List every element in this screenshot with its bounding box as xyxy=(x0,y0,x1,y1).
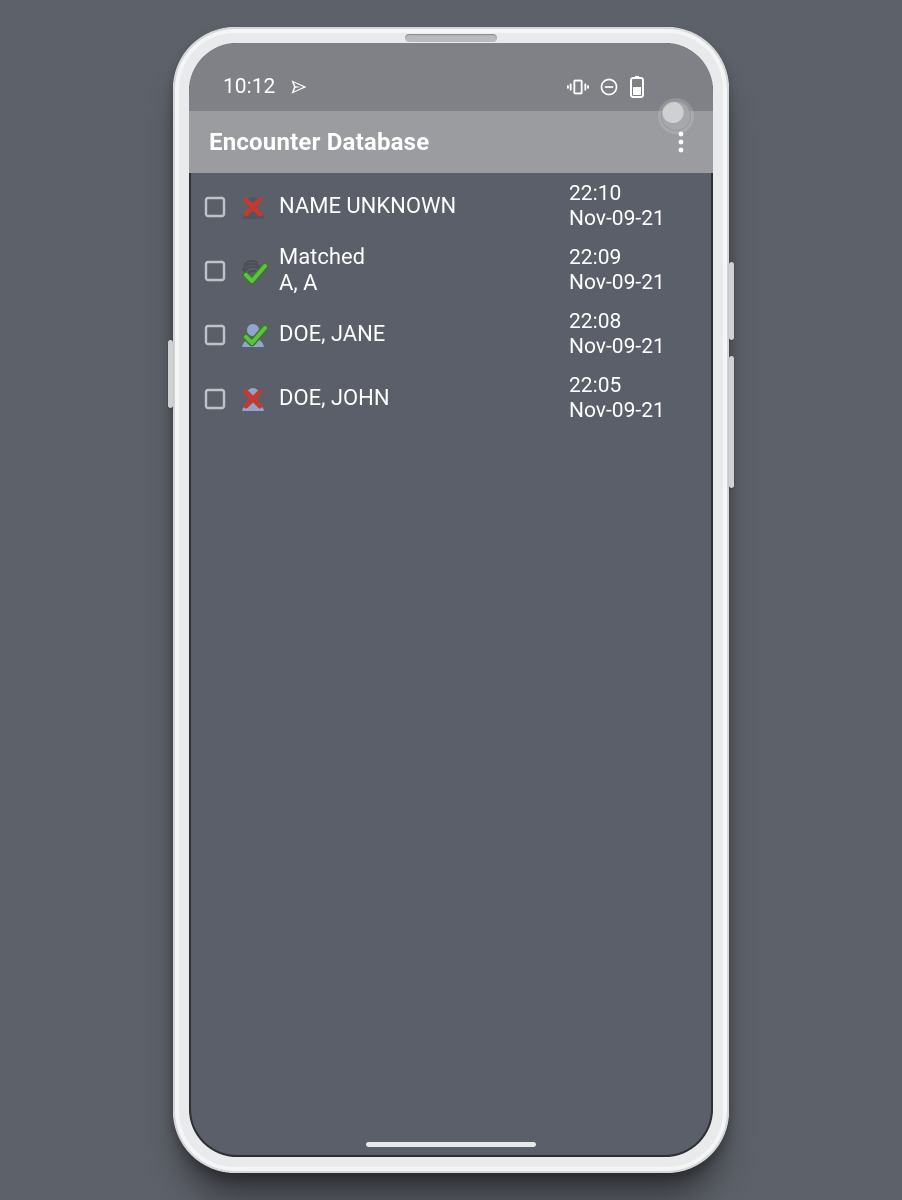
row-name: NAME UNKNOWN xyxy=(277,194,561,220)
status-unknown-icon xyxy=(237,191,269,223)
list-item[interactable]: DOE, JOHN 22:05 Nov-09-21 xyxy=(189,367,713,431)
row-name: Matched A, A xyxy=(277,245,561,297)
screen: 10:12 Encounter Database xyxy=(189,43,713,1157)
row-name: DOE, JOHN xyxy=(277,386,561,412)
status-person-unknown-icon xyxy=(237,383,269,415)
status-person-match-icon xyxy=(237,319,269,351)
dnd-icon xyxy=(599,77,619,97)
row-timestamp: 22:09 Nov-09-21 xyxy=(569,246,697,296)
row-checkbox[interactable] xyxy=(201,193,229,221)
status-time: 10:12 xyxy=(223,75,275,99)
row-name: DOE, JANE xyxy=(277,322,561,348)
row-checkbox[interactable] xyxy=(201,257,229,285)
row-timestamp: 22:08 Nov-09-21 xyxy=(569,310,697,360)
send-icon xyxy=(289,77,309,97)
row-checkbox[interactable] xyxy=(201,321,229,349)
status-bar: 10:12 xyxy=(189,43,713,111)
phone-frame: 10:12 Encounter Database xyxy=(173,27,729,1173)
app-title: Encounter Database xyxy=(209,128,429,156)
row-checkbox[interactable] xyxy=(201,385,229,413)
more-vert-icon xyxy=(678,131,684,153)
bixby-button xyxy=(168,340,173,408)
volume-rocker xyxy=(729,356,734,488)
vibrate-icon xyxy=(567,76,589,98)
gesture-bar xyxy=(366,1142,536,1147)
power-button xyxy=(729,262,734,340)
encounter-list: NAME UNKNOWN 22:10 Nov-09-21 xyxy=(189,173,713,431)
status-fingerprint-match-icon xyxy=(237,255,269,287)
row-timestamp: 22:05 Nov-09-21 xyxy=(569,374,697,424)
battery-icon xyxy=(629,76,645,98)
list-item[interactable]: DOE, JANE 22:08 Nov-09-21 xyxy=(189,303,713,367)
row-timestamp: 22:10 Nov-09-21 xyxy=(569,182,697,232)
list-item[interactable]: Matched A, A 22:09 Nov-09-21 xyxy=(189,239,713,303)
app-bar: Encounter Database xyxy=(189,111,713,173)
list-item[interactable]: NAME UNKNOWN 22:10 Nov-09-21 xyxy=(189,175,713,239)
front-camera xyxy=(661,101,691,131)
